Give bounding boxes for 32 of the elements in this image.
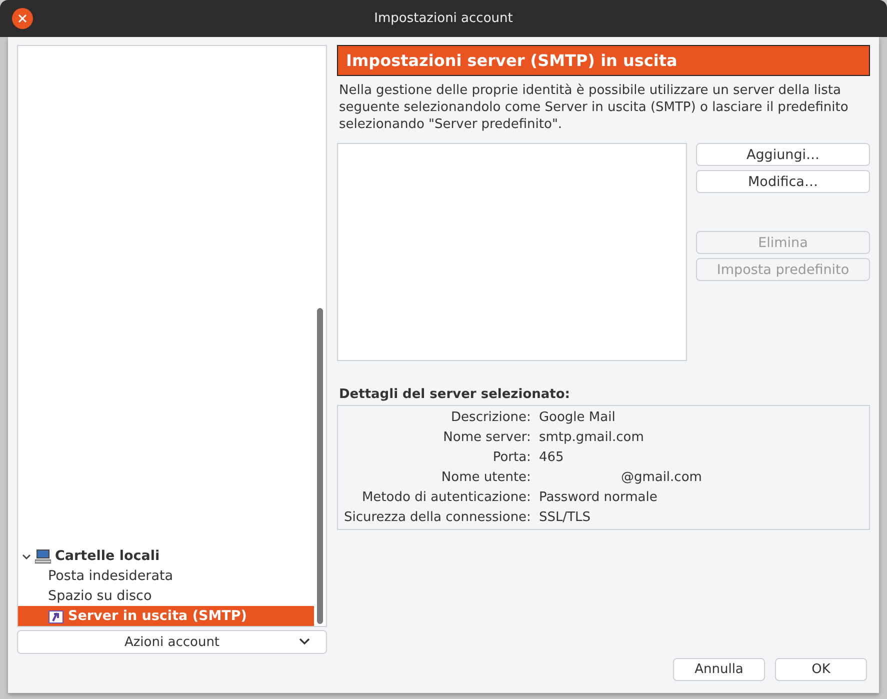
detail-value: SSL/TLS — [538, 509, 592, 527]
window-title: Impostazioni account — [373, 11, 514, 26]
detail-label: Porta: — [492, 449, 531, 467]
details-title: Dettagli del server selezionato: — [339, 387, 572, 402]
close-icon — [18, 14, 27, 23]
detail-value: smtp.gmail.com — [538, 429, 645, 447]
tree-item[interactable]: Posta indesiderata — [18, 566, 314, 586]
chevron-down-icon — [299, 638, 310, 646]
detail-value: 465 — [538, 449, 565, 467]
server-button[interactable]: Modifica… — [696, 170, 870, 193]
detail-value: Google Mail — [538, 409, 616, 427]
computer-icon — [35, 548, 51, 564]
section-header: Impostazioni server (SMTP) in uscita — [337, 45, 870, 76]
detail-label: Nome server: — [442, 429, 531, 447]
detail-label: Nome utente: — [440, 469, 531, 487]
detail-value: Password normale — [538, 489, 658, 507]
outbox-icon — [48, 608, 64, 624]
account-actions-dropdown[interactable]: Azioni account — [17, 630, 327, 654]
selected-tree-item[interactable]: Server in uscita (SMTP) — [18, 606, 314, 626]
server-button[interactable]: Aggiungi… — [696, 143, 870, 166]
detail-label: Descrizione: — [450, 409, 531, 427]
tree-item[interactable]: Cartelle locali — [18, 546, 314, 566]
dialog-button[interactable]: Annulla — [673, 658, 765, 681]
tree-item[interactable]: Spazio su disco — [18, 586, 314, 606]
dialog-button[interactable]: OK — [775, 658, 867, 681]
description-text: Nella gestione delle proprie identità è possibile utilizzare un server della lista seguente selezionandolo come Server in uscita (SMTP) o lasciare il predefinito selezionando "Server predefinito". — [339, 82, 850, 133]
chevron-icon[interactable] — [22, 552, 31, 560]
detail-value: @gmail.com — [620, 469, 703, 487]
detail-label: Metodo di autenticazione: — [360, 489, 531, 507]
detail-label: Sicurezza della connessione: — [343, 509, 531, 527]
close-button[interactable] — [12, 8, 33, 29]
scrollbar[interactable] — [317, 308, 323, 624]
